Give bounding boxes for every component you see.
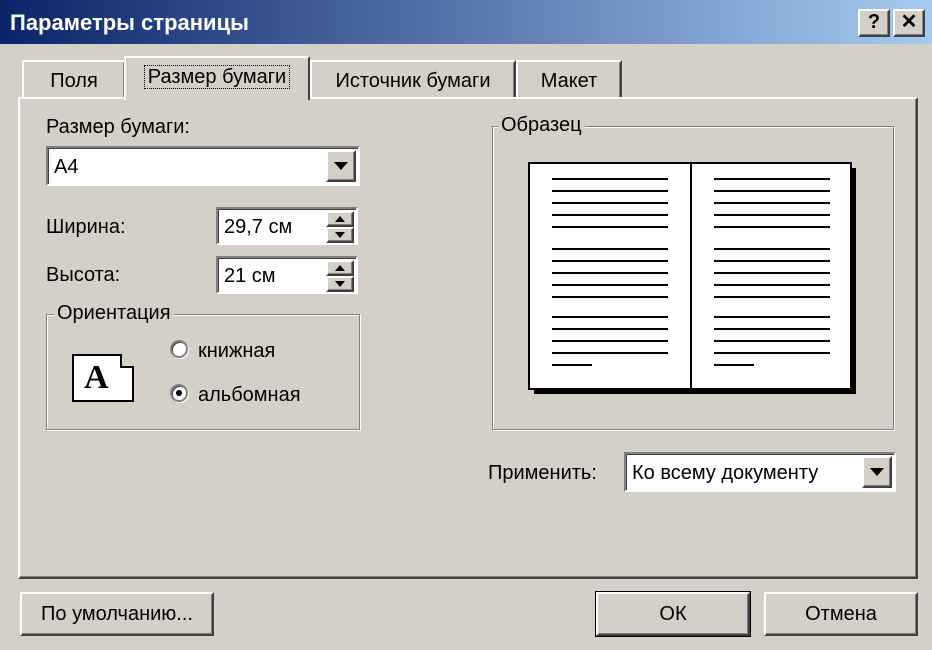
portrait-label[interactable]: книжная <box>198 340 275 363</box>
paper-size-value: A4 <box>54 156 79 178</box>
text-line <box>552 248 668 250</box>
text-line <box>714 284 830 286</box>
text-line <box>552 364 592 366</box>
apply-label: Применить: <box>488 462 597 484</box>
width-spin-up[interactable] <box>326 211 354 227</box>
height-spin-down[interactable] <box>326 276 354 292</box>
arrow-down-icon <box>335 232 345 238</box>
cancel-button[interactable]: Отмена <box>764 592 918 636</box>
text-line <box>552 202 668 204</box>
preview-legend: Образец <box>498 114 585 137</box>
active-tab-join <box>126 96 308 100</box>
text-line <box>552 260 668 262</box>
text-line <box>714 248 830 250</box>
tab-paper-size[interactable]: Размер бумаги <box>124 56 310 100</box>
text-line <box>714 178 830 180</box>
height-spin-up[interactable] <box>326 260 354 276</box>
text-line <box>714 352 830 354</box>
text-line <box>552 352 668 354</box>
default-button-label: По умолчанию... <box>41 603 193 625</box>
apply-combobox[interactable]: Ко всему документу <box>624 452 896 492</box>
text-line <box>714 214 830 216</box>
height-label: Высота: <box>46 264 121 286</box>
tab-margins[interactable]: Поля <box>22 60 126 100</box>
tab-layout-label: Макет <box>540 70 598 92</box>
text-line <box>714 296 830 298</box>
text-line <box>714 272 830 274</box>
height-field[interactable]: 21 см <box>216 256 358 294</box>
text-line <box>552 296 668 298</box>
text-line <box>552 178 668 180</box>
portrait-radio[interactable] <box>170 340 188 358</box>
text-line <box>552 284 668 286</box>
text-line <box>714 328 830 330</box>
ok-button-label: ОК <box>659 603 687 625</box>
text-line <box>552 328 668 330</box>
paper-size-combobox[interactable]: A4 <box>46 146 360 186</box>
title-bar: Параметры страницы <box>0 0 932 44</box>
landscape-page-icon: A <box>72 354 134 402</box>
close-button[interactable]: ✕ <box>893 9 925 37</box>
tab-paper-source-label: Источник бумаги <box>335 70 491 92</box>
preview-page <box>528 162 852 390</box>
tab-paper-source[interactable]: Источник бумаги <box>310 60 516 100</box>
paper-size-label: Размер бумаги: <box>46 116 190 138</box>
page-divider <box>690 164 692 388</box>
landscape-radio[interactable] <box>170 384 188 402</box>
width-field[interactable]: 29,7 см <box>216 207 358 245</box>
text-line <box>552 272 668 274</box>
close-icon: ✕ <box>900 11 918 33</box>
arrow-up-icon <box>335 265 345 271</box>
width-value: 29,7 см <box>224 216 293 238</box>
arrow-down-icon <box>335 281 345 287</box>
page-letter: A <box>84 359 109 396</box>
height-value: 21 см <box>224 265 276 287</box>
text-line <box>552 340 668 342</box>
text-line <box>552 214 668 216</box>
cancel-button-label: Отмена <box>805 603 877 625</box>
text-line <box>714 364 754 366</box>
chevron-down-icon <box>870 468 884 476</box>
text-line <box>714 202 830 204</box>
default-button[interactable]: По умолчанию... <box>20 592 214 636</box>
text-line <box>552 226 668 228</box>
text-line <box>714 316 830 318</box>
text-line <box>714 340 830 342</box>
folded-corner <box>120 354 134 368</box>
text-line <box>714 190 830 192</box>
text-line <box>552 190 668 192</box>
paper-size-dropdown-button[interactable] <box>326 150 356 182</box>
tab-margins-label: Поля <box>50 70 98 92</box>
landscape-label[interactable]: альбомная <box>198 384 301 407</box>
ok-button[interactable]: ОК <box>595 591 751 637</box>
chevron-down-icon <box>334 162 348 170</box>
help-button[interactable]: ? <box>858 9 890 37</box>
text-line <box>714 260 830 262</box>
width-spin-down[interactable] <box>326 227 354 243</box>
tab-paper-size-label: Размер бумаги <box>143 65 291 89</box>
apply-dropdown-button[interactable] <box>862 456 892 488</box>
help-icon: ? <box>867 11 881 33</box>
text-line <box>714 226 830 228</box>
text-line <box>552 316 668 318</box>
tab-layout[interactable]: Макет <box>516 60 622 100</box>
apply-value: Ко всему документу <box>632 462 819 484</box>
width-label: Ширина: <box>46 216 126 238</box>
orientation-legend: Ориентация <box>54 302 174 325</box>
radio-selected-dot <box>176 390 182 396</box>
arrow-up-icon <box>335 216 345 222</box>
window-title: Параметры страницы <box>10 10 249 35</box>
